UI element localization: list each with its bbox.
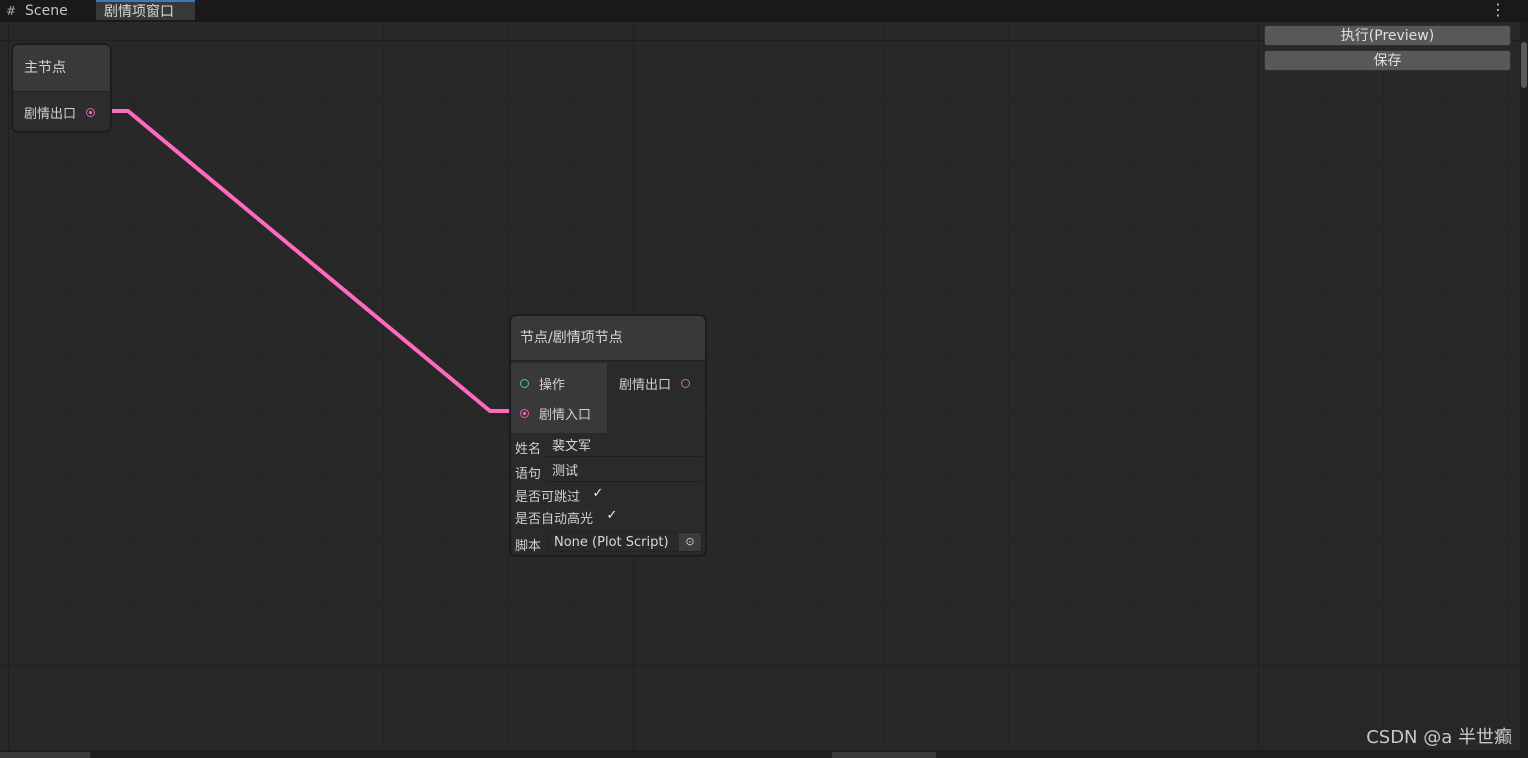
port-dot-icon[interactable] [520,379,529,388]
sentence-input[interactable]: 测试 [547,461,701,482]
autohighlight-field: 是否自动高光 ✓ [511,508,704,528]
vertical-scrollbar[interactable] [1520,22,1528,750]
script-field: 脚本 None (Plot Script) ⊙ [511,532,704,554]
graph-canvas[interactable] [0,22,1520,750]
save-button[interactable]: 保存 [1264,50,1511,71]
tab-bar: # Scene 剧情项窗口 ⋮ [0,0,1528,22]
tab-plot-window-label: 剧情项窗口 [104,4,174,20]
autohighlight-checkbox[interactable]: ✓ [605,509,619,523]
skippable-label: 是否可跳过 [515,490,581,505]
output-plot-label: 剧情出口 [619,378,672,393]
output-port-plot[interactable]: 剧情出口 [619,374,691,393]
name-input[interactable]: 裴文军 [547,436,701,457]
scrollbar-segment[interactable] [0,752,90,758]
input-plot-label: 剧情入口 [539,408,592,423]
port-dot-icon[interactable] [520,409,529,418]
skippable-checkbox[interactable]: ✓ [591,487,605,501]
script-value: None (Plot Script) [554,535,669,550]
plot-item-node[interactable]: 节点/剧情项节点 操作 剧情入口 剧情出口 姓名 裴文军 语句 测试 是否可跳过… [510,315,706,556]
main-node-output-port[interactable]: 剧情出口 [24,103,96,122]
horizontal-scrollbar[interactable] [0,750,1528,758]
input-port-action[interactable]: 操作 [520,374,565,393]
script-object-field[interactable]: None (Plot Script) ⊙ [547,532,702,552]
autohighlight-label: 是否自动高光 [515,512,594,527]
main-node-output-label: 剧情出口 [24,107,77,122]
main-node-title: 主节点 [13,45,110,92]
scrollbar-thumb[interactable] [1521,42,1527,88]
script-label: 脚本 [515,539,542,554]
kebab-menu-icon[interactable]: ⋮ [1490,1,1506,19]
scrollbar-segment[interactable] [832,752,936,758]
preview-button[interactable]: 执行(Preview) [1264,25,1511,46]
name-field: 姓名 裴文军 [511,436,704,458]
sentence-field: 语句 测试 [511,461,704,483]
watermark: CSDN @a 半世癫 [1366,727,1512,748]
port-dot-icon[interactable] [86,108,96,117]
input-port-plot[interactable]: 剧情入口 [520,404,591,423]
sentence-label: 语句 [515,467,542,482]
input-action-label: 操作 [539,378,566,393]
port-dot-icon[interactable] [681,379,691,388]
tab-plot-window[interactable]: 剧情项窗口 [96,0,195,20]
tab-scene-label: Scene [25,3,68,19]
tab-scene[interactable]: # Scene [6,0,92,22]
skippable-field: 是否可跳过 ✓ [511,486,704,506]
checkmark-icon: ✓ [606,508,618,523]
grid-icon: # [6,4,17,18]
checkmark-icon: ✓ [592,486,604,501]
name-label: 姓名 [515,442,542,457]
main-node[interactable]: 主节点 剧情出口 [12,44,111,132]
target-icon[interactable]: ⊙ [679,533,701,551]
plot-node-title: 节点/剧情项节点 [511,316,705,361]
